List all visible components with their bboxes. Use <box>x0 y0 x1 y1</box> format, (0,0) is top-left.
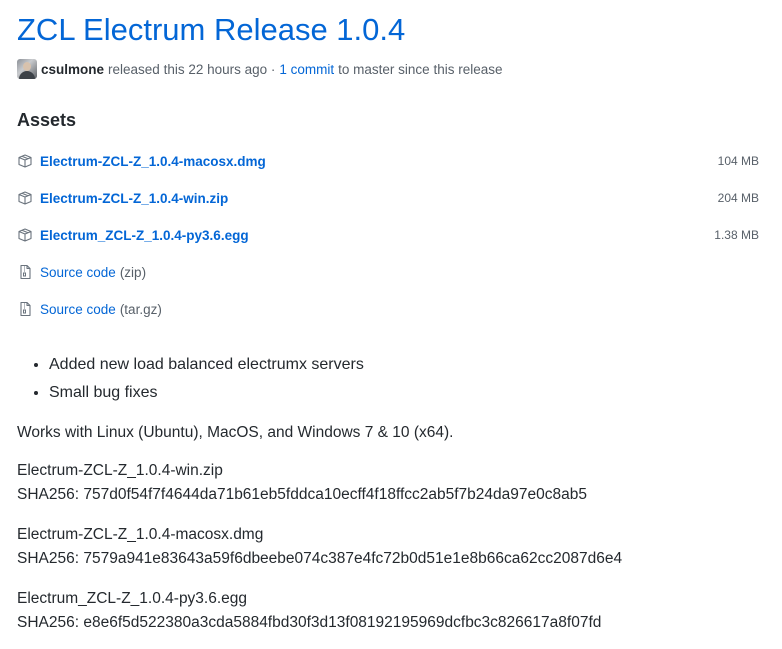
commit-suffix: to master since this release <box>338 61 503 77</box>
file-zip-icon <box>17 264 33 280</box>
source-code-row[interactable]: Source code (tar.gz) <box>17 298 761 320</box>
checksum-filename: Electrum_ZCL-Z_1.0.4-py3.6.egg <box>17 590 248 607</box>
author-avatar[interactable] <box>17 59 37 79</box>
file-zip-icon <box>17 301 33 317</box>
assets-heading: Assets <box>17 110 77 130</box>
source-code-targz-link[interactable]: Source code (tar.gz) <box>40 302 162 317</box>
source-code-zip-link[interactable]: Source code (zip) <box>40 265 146 280</box>
asset-row[interactable]: Electrum-ZCL-Z_1.0.4-win.zip 204 MB <box>17 187 761 209</box>
author-link[interactable]: csulmone <box>41 62 104 77</box>
checksum-block: Electrum-ZCL-Z_1.0.4-win.zip SHA256: 757… <box>17 459 587 507</box>
asset-row[interactable]: Electrum_ZCL-Z_1.0.4-py3.6.egg 1.38 MB <box>17 224 761 246</box>
asset-link[interactable]: Electrum-ZCL-Z_1.0.4-macosx.dmg <box>40 154 266 169</box>
list-item: Small bug fixes <box>49 379 364 407</box>
checksum-block: Electrum_ZCL-Z_1.0.4-py3.6.egg SHA256: e… <box>17 587 601 635</box>
package-icon <box>17 227 33 243</box>
checksum-block: Electrum-ZCL-Z_1.0.4-macosx.dmg SHA256: … <box>17 523 622 571</box>
checksum-value: SHA256: 7579a941e83643a59f6dbeebe074c387… <box>17 550 623 567</box>
package-icon <box>17 190 33 206</box>
checksum-value: SHA256: 757d0f54f7f4644da71b61eb5fddca10… <box>17 486 587 503</box>
source-code-row[interactable]: Source code (zip) <box>17 261 761 283</box>
release-title[interactable]: ZCL Electrum Release 1.0.4 <box>17 10 405 50</box>
package-icon <box>17 153 33 169</box>
release-notes-list: Added new load balanced electrumx server… <box>17 351 364 407</box>
release-meta: csulmone released this 22 hours ago · 1 … <box>17 59 502 79</box>
list-item: Added new load balanced electrumx server… <box>49 351 364 379</box>
asset-row[interactable]: Electrum-ZCL-Z_1.0.4-macosx.dmg 104 MB <box>17 150 761 172</box>
asset-link[interactable]: Electrum_ZCL-Z_1.0.4-py3.6.egg <box>40 228 249 243</box>
released-text: released this 22 hours ago · <box>108 61 276 77</box>
checksum-filename: Electrum-ZCL-Z_1.0.4-win.zip <box>17 462 223 479</box>
asset-size: 204 MB <box>717 191 759 205</box>
asset-size: 104 MB <box>717 154 759 168</box>
checksum-value: SHA256: e8e6f5d522380a3cda5884fbd30f3d13… <box>17 614 602 631</box>
asset-link[interactable]: Electrum-ZCL-Z_1.0.4-win.zip <box>40 191 228 206</box>
checksum-filename: Electrum-ZCL-Z_1.0.4-macosx.dmg <box>17 526 264 543</box>
compatibility-text: Works with Linux (Ubuntu), MacOS, and Wi… <box>17 424 454 441</box>
asset-size: 1.38 MB <box>714 228 759 242</box>
commit-link[interactable]: 1 commit <box>279 62 334 77</box>
